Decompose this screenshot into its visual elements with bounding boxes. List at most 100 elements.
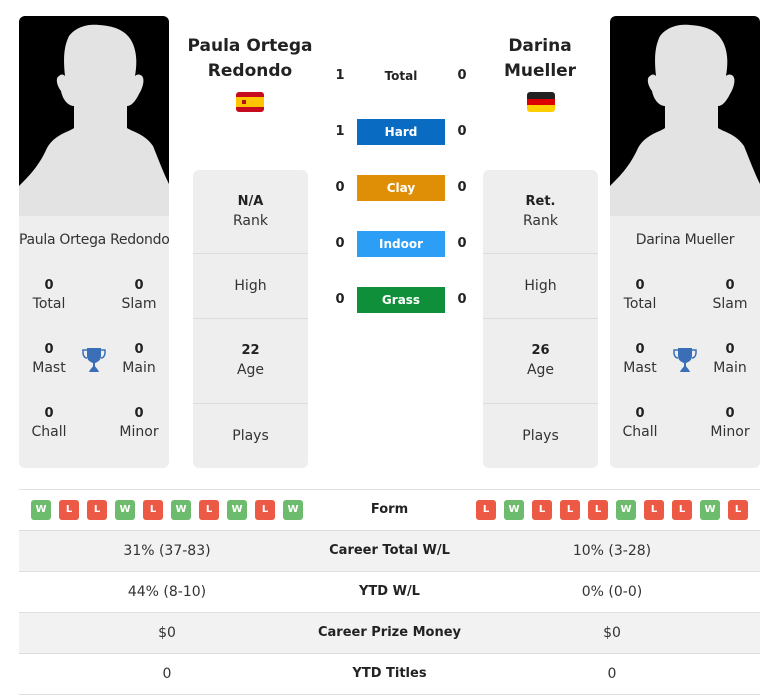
high-label: High	[524, 278, 557, 294]
player1-form-badge-win[interactable]: W	[31, 500, 51, 520]
player1-titles-main: 0 Main	[109, 342, 169, 378]
plays-label: Plays	[522, 428, 559, 444]
titles-main-value: 0	[725, 342, 735, 357]
titles-main-value: 0	[134, 342, 144, 357]
player1-stat-value: 44% (8-10)	[127, 584, 207, 600]
spain-flag-icon	[236, 92, 264, 112]
trophy-icon	[82, 348, 106, 372]
titles-minor-value: 0	[134, 406, 144, 421]
titles-mast-label: Mast	[32, 360, 66, 376]
surface-grass-button[interactable]: Grass	[357, 287, 445, 313]
h2h-p1-hard: 1	[335, 124, 345, 139]
player1-photo[interactable]	[19, 16, 169, 216]
player2-rank: Ret. Rank	[483, 170, 598, 254]
player1-form-badge-win[interactable]: W	[227, 500, 247, 520]
player2-form-badge-loss[interactable]: L	[476, 500, 496, 520]
titles-total-value: 0	[44, 278, 54, 293]
stats-row-form: WLLWLWLWLW Form LWLLLWLLWL	[19, 490, 760, 531]
player2-info: Ret. Rank High 26 Age Plays	[483, 170, 598, 468]
player1-form-badge-win[interactable]: W	[171, 500, 191, 520]
player2-stat-value: 0	[607, 666, 617, 682]
player2-high: High	[483, 254, 598, 319]
player1-form-badge-loss[interactable]: L	[143, 500, 163, 520]
player1-form-badge-loss[interactable]: L	[199, 500, 219, 520]
titles-total-value: 0	[635, 278, 645, 293]
titles-slam-value: 0	[134, 278, 144, 293]
player2-stat-value: 0% (0-0)	[581, 584, 643, 600]
silhouette-icon	[19, 24, 169, 216]
player1-form-badge-loss[interactable]: L	[87, 500, 107, 520]
stat-label: YTD W/L	[359, 584, 420, 599]
player2-titles-slam: 0 Slam	[700, 278, 760, 314]
player2-form-badge-loss[interactable]: L	[588, 500, 608, 520]
titles-total-label: Total	[32, 296, 66, 312]
h2h-grass: 0 Grass 0	[330, 286, 480, 314]
player2-name-link[interactable]: Darina Mueller	[475, 34, 605, 84]
h2h-total: 1 Total 0	[330, 62, 480, 90]
player1-titles-mast: 0 Mast	[19, 342, 79, 378]
stat-label: Career Prize Money	[317, 625, 461, 640]
titles-minor-label: Minor	[710, 424, 750, 440]
stats-row-ytd-wl: 44% (8-10) YTD W/L 0% (0-0)	[19, 572, 760, 613]
player2-card-name[interactable]: Darina Mueller	[610, 232, 760, 248]
player2-form-badge-loss[interactable]: L	[728, 500, 748, 520]
player2-form-badge-win[interactable]: W	[616, 500, 636, 520]
h2h-p1-indoor: 0	[335, 236, 345, 251]
player1-form-badge-win[interactable]: W	[283, 500, 303, 520]
player1-name-link[interactable]: Paula Ortega Redondo	[185, 34, 315, 84]
age-value: 22	[241, 343, 260, 358]
player1-card-name[interactable]: Paula Ortega Redondo	[19, 232, 169, 248]
player2-stat-value: $0	[603, 625, 621, 641]
stats-row-prize-money: $0 Career Prize Money $0	[19, 613, 760, 654]
titles-main-label: Main	[713, 360, 747, 376]
stats-row-career-wl: 31% (37-83) Career Total W/L 10% (3-28)	[19, 531, 760, 572]
h2h-p2-indoor: 0	[457, 236, 467, 251]
player2-photo[interactable]	[610, 16, 760, 216]
player2-form-badge-win[interactable]: W	[700, 500, 720, 520]
silhouette-icon	[610, 24, 760, 216]
player2-form-badge-win[interactable]: W	[504, 500, 524, 520]
age-label: Age	[236, 362, 265, 378]
titles-total-label: Total	[623, 296, 657, 312]
player1-name-line1: Paula Ortega	[187, 36, 313, 56]
player2-form-badge-loss[interactable]: L	[560, 500, 580, 520]
titles-chall-value: 0	[635, 406, 645, 421]
player1-form-badge-loss[interactable]: L	[255, 500, 275, 520]
surface-hard-button[interactable]: Hard	[357, 119, 445, 145]
player1-card: Paula Ortega Redondo 0 Total 0 Slam 0 Ma…	[19, 16, 169, 468]
titles-chall-label: Chall	[622, 424, 658, 440]
h2h-indoor: 0 Indoor 0	[330, 230, 480, 258]
player1-form-badge-loss[interactable]: L	[59, 500, 79, 520]
player1-form-badge-win[interactable]: W	[115, 500, 135, 520]
age-label: Age	[526, 362, 555, 378]
h2h-p2-clay: 0	[457, 180, 467, 195]
titles-chall-value: 0	[44, 406, 54, 421]
age-value: 26	[531, 343, 550, 358]
player1-rank: N/A Rank	[193, 170, 308, 254]
trophy-icon	[673, 348, 697, 372]
player1-high: High	[193, 254, 308, 319]
player2-stat-value: 10% (3-28)	[572, 543, 652, 559]
h2h-hard: 1 Hard 0	[330, 118, 480, 146]
high-label: High	[234, 278, 267, 294]
stats-table: WLLWLWLWLW Form LWLLLWLLWL 31% (37-83) C…	[19, 489, 760, 695]
titles-chall-label: Chall	[31, 424, 67, 440]
surface-clay-button[interactable]: Clay	[357, 175, 445, 201]
player2-form-badge-loss[interactable]: L	[532, 500, 552, 520]
player2-form-badge-loss[interactable]: L	[644, 500, 664, 520]
player2-titles-total: 0 Total	[610, 278, 670, 314]
titles-main-label: Main	[122, 360, 156, 376]
stat-label: YTD Titles	[352, 666, 427, 681]
surface-indoor-button[interactable]: Indoor	[357, 231, 445, 257]
player2-age: 26 Age	[483, 319, 598, 404]
h2h-p1-total: 1	[335, 68, 345, 83]
titles-mast-value: 0	[44, 342, 54, 357]
rank-label: Rank	[233, 212, 268, 229]
player2-form-badge-loss[interactable]: L	[672, 500, 692, 520]
titles-mast-value: 0	[635, 342, 645, 357]
h2h-p2-hard: 0	[457, 124, 467, 139]
h2h-p2-grass: 0	[457, 292, 467, 307]
titles-slam-label: Slam	[121, 296, 157, 312]
player2-plays: Plays	[483, 404, 598, 468]
stat-label: Career Total W/L	[329, 543, 450, 558]
